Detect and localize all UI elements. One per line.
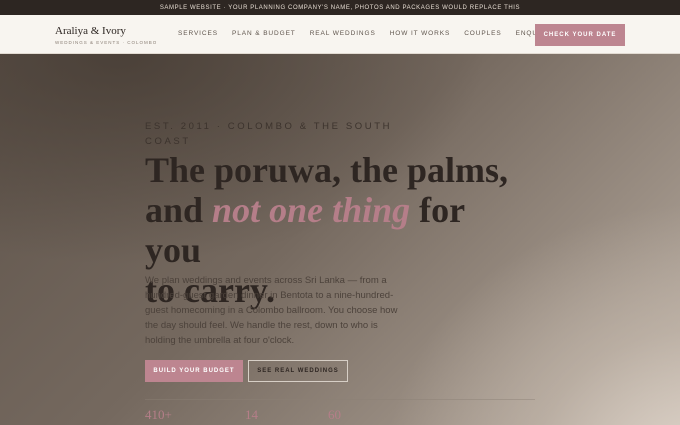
nav-item-couples[interactable]: COUPLES: [464, 30, 501, 37]
hero-lede: We plan weddings and events across Sri L…: [145, 275, 398, 346]
brand-tagline: WEDDINGS & EVENTS · COLOMBO: [55, 40, 158, 45]
headline-accent: not one thing: [212, 190, 411, 230]
site-header: Araliya & Ivory WEDDINGS & EVENTS · COLO…: [0, 15, 680, 54]
sample-banner-text: SAMPLE WEBSITE · YOUR PLANNING COMPANY'S…: [159, 4, 521, 11]
stat-value-3: 60: [328, 407, 341, 422]
main-nav: SERVICES PLAN & BUDGET REAL WEDDINGS HOW…: [178, 30, 552, 37]
check-your-date-button[interactable]: CHECK YOUR DATE: [535, 24, 625, 46]
nav-item-how-it-works[interactable]: HOW IT WORKS: [390, 30, 451, 37]
brand-name: Araliya & Ivory: [55, 25, 126, 37]
stat-value-2: 14: [245, 407, 258, 422]
stat-value-1: 410+: [145, 407, 172, 422]
hero-section: EST. 2011 · COLOMBO & THE SOUTH COAST Th…: [0, 54, 680, 425]
hero-eyebrow: EST. 2011 · COLOMBO & THE SOUTH COAST: [145, 121, 393, 147]
build-your-budget-button[interactable]: BUILD YOUR BUDGET: [145, 360, 243, 382]
nav-item-real-weddings[interactable]: REAL WEDDINGS: [310, 30, 376, 37]
sample-banner: SAMPLE WEBSITE · YOUR PLANNING COMPANY'S…: [0, 0, 680, 15]
nav-item-plan-budget[interactable]: PLAN & BUDGET: [232, 30, 296, 37]
headline-line-1: The poruwa, the palms,: [145, 150, 509, 190]
nav-item-services[interactable]: SERVICES: [178, 30, 218, 37]
brand-logo[interactable]: Araliya & Ivory WEDDINGS & EVENTS · COLO…: [55, 25, 157, 45]
stats-divider: [145, 399, 535, 400]
headline-line-2-start: and: [145, 190, 213, 230]
see-real-weddings-button[interactable]: SEE REAL WEDDINGS: [248, 360, 348, 382]
